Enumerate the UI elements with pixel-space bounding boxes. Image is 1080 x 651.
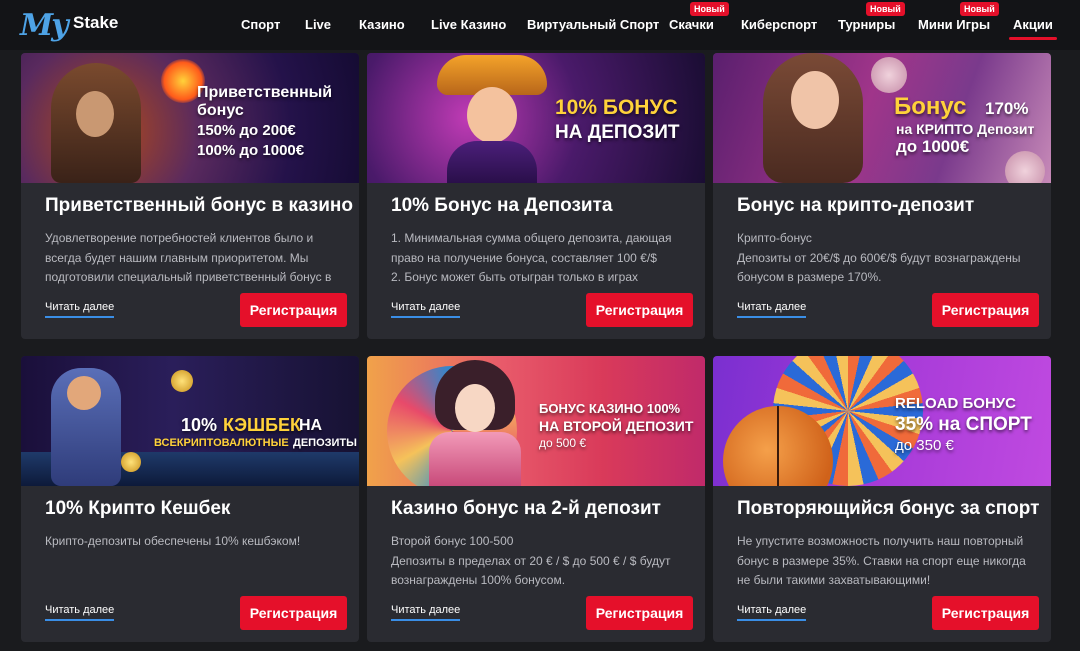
banner-line-2: бонус: [197, 102, 244, 119]
card-description: Удовлетворение потребностей клиентов был…: [45, 231, 332, 284]
read-more-link[interactable]: Читать далее: [391, 604, 461, 621]
top-navigation-bar: My Stake Спорт Live Казино Live Казино В…: [0, 0, 1080, 50]
card-title: Приветственный бонус в казино: [45, 195, 353, 216]
banner-line-2a: ВСЕКРИПТОВАЛЮТНЫЕ: [154, 437, 289, 449]
card-description: Крипто-депозиты обеспечены 10% кешбэком!: [45, 534, 301, 548]
read-more-link[interactable]: Читать далее: [737, 301, 807, 318]
register-button[interactable]: Регистрация: [932, 293, 1039, 327]
nav-item-promotions[interactable]: Акции: [1009, 17, 1057, 40]
read-more-link[interactable]: Читать далее: [45, 301, 115, 318]
promo-card-sport-reload: RELOAD БОНУС 35% на СПОРТ до 350 € Повто…: [713, 356, 1051, 642]
register-button[interactable]: Регистрация: [240, 596, 347, 630]
banner-line-1: 10% БОНУС: [555, 96, 678, 119]
banner-line-2b: ДЕПОЗИТЫ: [293, 437, 357, 449]
banner-line-1: Приветственный: [197, 84, 333, 101]
banner-line-3: до 350 €: [895, 437, 954, 454]
register-button[interactable]: Регистрация: [586, 293, 693, 327]
register-button[interactable]: Регистрация: [586, 596, 693, 630]
new-badge-horse-racing: Новый: [690, 2, 729, 16]
geisha-face: [455, 384, 495, 432]
gold-coin-icon: [171, 370, 193, 392]
banner-line-2: на КРИПТО Депозит: [896, 121, 1035, 137]
card-title: Повторяющийся бонус за спорт: [737, 498, 1040, 519]
bitcoin-coin-icon: [871, 57, 907, 93]
promo-card-crypto-deposit: Бонус 170% на КРИПТО Депозит до 1000€ Бо…: [713, 53, 1051, 339]
banner-line-1b: КЭШБЕК: [223, 415, 302, 435]
card-title: Казино бонус на 2-й депозит: [391, 498, 661, 519]
cowgirl-face: [467, 87, 517, 143]
promo-card-second-deposit: БОНУС КАЗИНО 100% НА ВТОРОЙ ДЕПОЗИТ до 5…: [367, 356, 705, 642]
ball-seam-line: [777, 406, 779, 486]
promo-card-deposit-bonus: 10% БОНУС НА ДЕПОЗИТ 10% Бонус на Депози…: [367, 53, 705, 339]
promo-banner-sport-reload[interactable]: RELOAD БОНУС 35% на СПОРТ до 350 €: [713, 356, 1051, 486]
cowgirl-body: [447, 141, 537, 183]
read-more-link[interactable]: Читать далее: [391, 301, 461, 318]
banner-line-3: 150% до 200€: [197, 122, 296, 139]
nav-item-casino[interactable]: Казино: [359, 17, 405, 32]
register-button[interactable]: Регистрация: [240, 293, 347, 327]
woman-face: [791, 71, 839, 129]
read-more-link[interactable]: Читать далее: [45, 604, 115, 621]
register-button[interactable]: Регистрация: [932, 596, 1039, 630]
promo-banner-second-deposit[interactable]: БОНУС КАЗИНО 100% НА ВТОРОЙ ДЕПОЗИТ до 5…: [367, 356, 705, 486]
read-more-link[interactable]: Читать далее: [737, 604, 807, 621]
card-description: Второй бонус 100-500 Депозиты в пределах…: [391, 534, 671, 587]
promo-banner-cashback[interactable]: 10% КЭШБЕК НА ВСЕКРИПТОВАЛЮТНЫЕ ДЕПОЗИТЫ: [21, 356, 359, 486]
banner-line-1: БОНУС КАЗИНО 100%: [539, 401, 681, 416]
bitcoin-coin-icon: [1005, 151, 1045, 183]
gold-coin-icon: [121, 452, 141, 472]
promo-card-crypto-cashback: 10% КЭШБЕК НА ВСЕКРИПТОВАЛЮТНЫЕ ДЕПОЗИТЫ…: [21, 356, 359, 642]
nav-item-esports[interactable]: Киберспорт: [741, 17, 817, 32]
promo-banner-crypto[interactable]: Бонус 170% на КРИПТО Депозит до 1000€: [713, 53, 1051, 183]
banner-line-1: Бонус: [894, 93, 967, 120]
nav-item-live-casino[interactable]: Live Казино: [431, 17, 506, 32]
banner-line-1b: 170%: [985, 99, 1029, 118]
new-badge-tournaments: Новый: [866, 2, 905, 16]
promo-banner-deposit[interactable]: 10% БОНУС НА ДЕПОЗИТ: [367, 53, 705, 183]
banner-line-2: НА ВТОРОЙ ДЕПОЗИТ: [539, 418, 694, 434]
banner-line-3: до 1000€: [896, 137, 970, 156]
promo-card-welcome-bonus: Приветственный бонус 150% до 200€ 100% д…: [21, 53, 359, 339]
banner-line-4: 100% до 1000€: [197, 142, 305, 159]
card-title: 10% Бонус на Депозита: [391, 195, 613, 216]
banner-line-1c: НА: [299, 417, 323, 434]
nav-item-sport[interactable]: Спорт: [241, 17, 280, 32]
card-title: Бонус на крипто-депозит: [737, 195, 975, 216]
banner-line-2: НА ДЕПОЗИТ: [555, 122, 680, 143]
nav-item-horse-racing[interactable]: Скачки: [669, 17, 714, 32]
nav-item-virtual-sport[interactable]: Виртуальный Спорт: [527, 17, 659, 32]
card-description: Не упустите возможность получить наш пов…: [737, 534, 1026, 587]
nav-item-live[interactable]: Live: [305, 17, 331, 32]
new-badge-mini-games: Новый: [960, 2, 999, 16]
card-title: 10% Крипто Кешбек: [45, 498, 231, 519]
card-description: Крипто-бонус Депозиты от 20€/$ до 600€/$…: [737, 231, 1021, 284]
banner-line-1: RELOAD БОНУС: [895, 395, 1016, 412]
banner-line-1a: 10%: [181, 415, 218, 435]
card-description: 1. Минимальная сумма общего депозита, да…: [391, 231, 672, 284]
banner-line-3: до 500 €: [539, 436, 587, 450]
nav-item-tournaments[interactable]: Турниры: [838, 17, 895, 32]
wizard-face: [76, 91, 114, 137]
banner-line-2: 35% на СПОРТ: [895, 414, 1032, 435]
promo-banner-welcome[interactable]: Приветственный бонус 150% до 200€ 100% д…: [21, 53, 359, 183]
main-nav: Спорт Live Казино Live Казино Виртуальны…: [0, 0, 1080, 50]
footballer-face: [67, 376, 101, 410]
geisha-kimono: [429, 432, 521, 486]
nav-item-mini-games[interactable]: Мини Игры: [918, 17, 990, 32]
